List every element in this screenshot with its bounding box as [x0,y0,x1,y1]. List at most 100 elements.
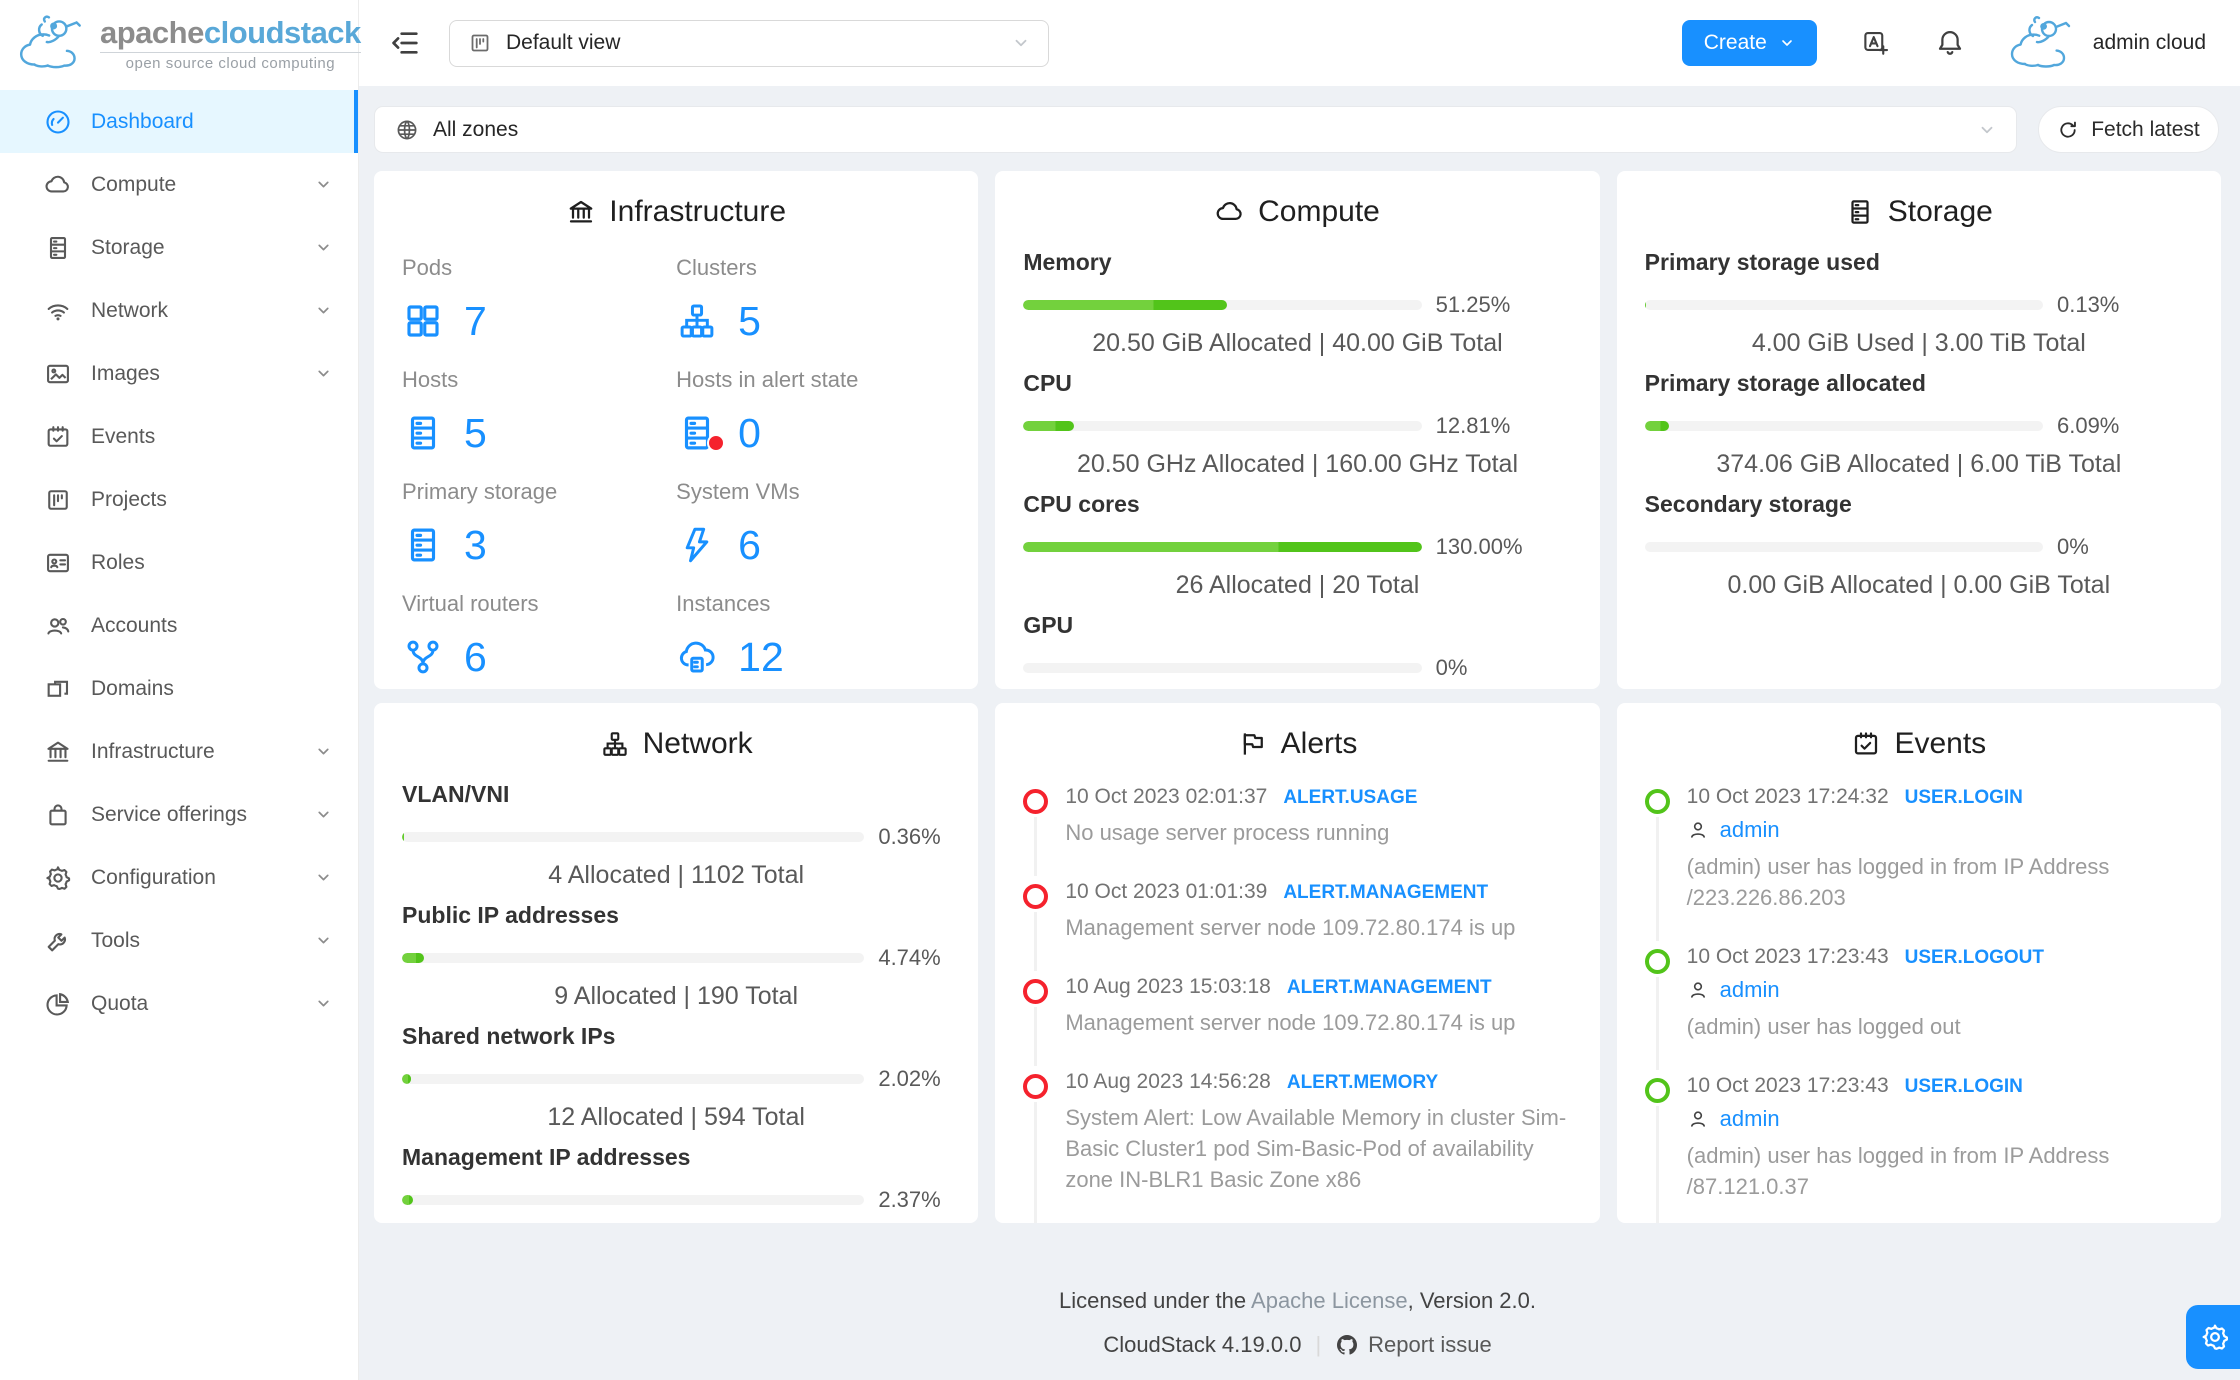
gear-icon [44,864,72,892]
events-card: Events 10 Oct 2023 17:24:32 USER.LOGIN ad… [1616,703,2221,1223]
block-icon [44,675,72,703]
stat-clusters[interactable]: Clusters 5 [676,255,950,345]
chevron-down-icon [315,932,332,949]
sidebar-collapse-icon[interactable] [389,27,421,59]
stat-hosts-alert[interactable]: Hosts in alert state 0 [676,367,950,457]
user-menu[interactable]: admin cloud [2093,31,2206,55]
progress-bar [1644,421,2043,431]
top-header: Default view Create admin cloud [359,0,2240,86]
view-selector[interactable]: Default view [449,19,1049,67]
view-selector-value: Default view [506,31,621,54]
sidebar: apachecloudstack open source cloud compu… [0,0,361,1380]
metric-primary-storage-used: Primary storage used 0.13% 4.00 GiB Used… [1644,249,2120,357]
sidebar-item-tools[interactable]: Tools [0,909,358,972]
user-avatar[interactable] [2005,14,2081,72]
event-user-link[interactable]: admin [1720,1106,1780,1132]
alert-type-link[interactable]: ALERT.MANAGEMENT [1287,977,1492,998]
progress-bar [402,1195,865,1205]
infrastructure-card-title: Infrastructure [402,195,950,229]
chevron-down-icon [1012,34,1030,52]
metric-public-ips: Public IP addresses 4.74% 9 Allocated | … [402,902,941,1010]
reload-icon [2057,119,2079,141]
event-type-link[interactable]: USER.LOGOUT [1905,947,2044,968]
alert-type-link[interactable]: ALERT.MEMORY [1287,1072,1438,1093]
metric-secondary-storage: Secondary storage 0% 0.00 GiB Allocated … [1644,491,2111,599]
dashboard-icon [44,108,72,136]
brand-tagline: open source cloud computing [100,51,361,72]
host-alert-icon [676,412,726,454]
database-icon [44,234,72,262]
progress-bar [1023,421,1422,431]
stat-virtual-routers[interactable]: Virtual routers 6 [402,591,676,681]
event-type-link[interactable]: USER.LOGIN [1905,787,2023,808]
cluster-icon [676,300,718,342]
sidebar-item-events[interactable]: Events [0,405,358,468]
progress-bar [402,953,865,963]
app-logo[interactable]: apachecloudstack open source cloud compu… [0,0,361,86]
chevron-down-icon [315,743,332,760]
alerts-card-title: Alerts [1023,727,1571,761]
chevron-down-icon [315,869,332,886]
apache-license-link[interactable]: Apache License [1251,1288,1408,1313]
event-user-link[interactable]: admin [1720,817,1780,843]
license-line: Licensed under the Apache License, Versi… [1058,1288,1537,1313]
team-icon [44,612,72,640]
metric-memory: Memory 51.25% 20.50 GiB Allocated | 40.0… [1023,249,1511,357]
bank-icon [566,197,596,227]
sidebar-item-service-offerings[interactable]: Service offerings [0,783,358,846]
stat-instances[interactable]: Instances 12 [676,591,950,681]
sidebar-item-domains[interactable]: Domains [0,657,358,720]
alert-item: 10 Oct 2023 02:01:37 ALERT.USAGE No usage… [1023,785,1571,876]
wifi-icon [44,297,72,325]
project-settings-fab[interactable] [2186,1305,2240,1369]
storage-card: Storage Primary storage used 0.13% 4.00 … [1616,171,2221,689]
stat-hosts[interactable]: Hosts 5 [402,367,676,457]
infrastructure-card: Infrastructure Pods 7 Clusters 5 Hosts 5… [374,171,979,689]
chevron-down-icon [315,365,332,382]
create-button[interactable]: Create [1681,20,1817,66]
compute-card: Compute Memory 51.25% 20.50 GiB Allocate… [995,171,1600,689]
sidebar-item-images[interactable]: Images [0,342,358,405]
bank-icon [44,738,72,766]
sidebar-item-configuration[interactable]: Configuration [0,846,358,909]
sidebar-item-accounts[interactable]: Accounts [0,594,358,657]
sidebar-item-network[interactable]: Network [0,279,358,342]
notifications-bell-icon[interactable] [1935,28,1965,58]
sidebar-item-infrastructure[interactable]: Infrastructure [0,720,358,783]
event-user-link[interactable]: admin [1720,977,1780,1003]
stat-system-vms[interactable]: System VMs 6 [676,479,950,569]
stat-primary-storage[interactable]: Primary storage 3 [402,479,676,569]
alert-item: 10 Aug 2023 15:03:18 ALERT.MANAGEMENT Man… [1023,975,1571,1066]
storage-icon [402,524,444,566]
sidebar-item-roles[interactable]: Roles [0,531,358,594]
user-icon [1687,819,1709,841]
stat-pods[interactable]: Pods 7 [402,255,676,345]
alert-type-link[interactable]: ALERT.MANAGEMENT [1283,882,1488,903]
metric-primary-storage-allocated: Primary storage allocated 6.09% 374.06 G… [1644,370,2122,478]
sidebar-item-storage[interactable]: Storage [0,216,358,279]
storage-card-title: Storage [1645,195,2193,229]
progress-bar [1644,300,2043,310]
zone-selector[interactable]: All zones [374,106,2017,153]
sidebar-item-dashboard[interactable]: Dashboard [0,90,358,153]
metric-vlan: VLAN/VNI 0.36% 4 Allocated | 1102 Total [402,781,941,889]
chevron-down-icon [315,239,332,256]
alert-type-link[interactable]: ALERT.USAGE [1283,787,1417,808]
fork-icon [402,636,444,678]
sidebar-item-projects[interactable]: Projects [0,468,358,531]
pie-chart-icon [44,990,72,1018]
progress-bar [1023,300,1422,310]
sidebar-item-quota[interactable]: Quota [0,972,358,1035]
network-card-title: Network [402,727,950,761]
sidebar-item-compute[interactable]: Compute [0,153,358,216]
progress-bar [1023,542,1422,552]
project-view-icon [468,31,492,55]
report-issue-link[interactable]: Report issue [1335,1332,1492,1358]
fetch-latest-button[interactable]: Fetch latest [2038,106,2219,153]
translate-icon[interactable] [1861,28,1891,58]
chevron-down-icon [1978,121,1996,139]
alerts-card: Alerts 10 Oct 2023 02:01:37 ALERT.USAGE N… [995,703,1600,1223]
progress-bar [1023,663,1422,673]
cloudmonkey-logo-icon [14,13,92,73]
event-type-link[interactable]: USER.LOGIN [1905,1076,2023,1097]
